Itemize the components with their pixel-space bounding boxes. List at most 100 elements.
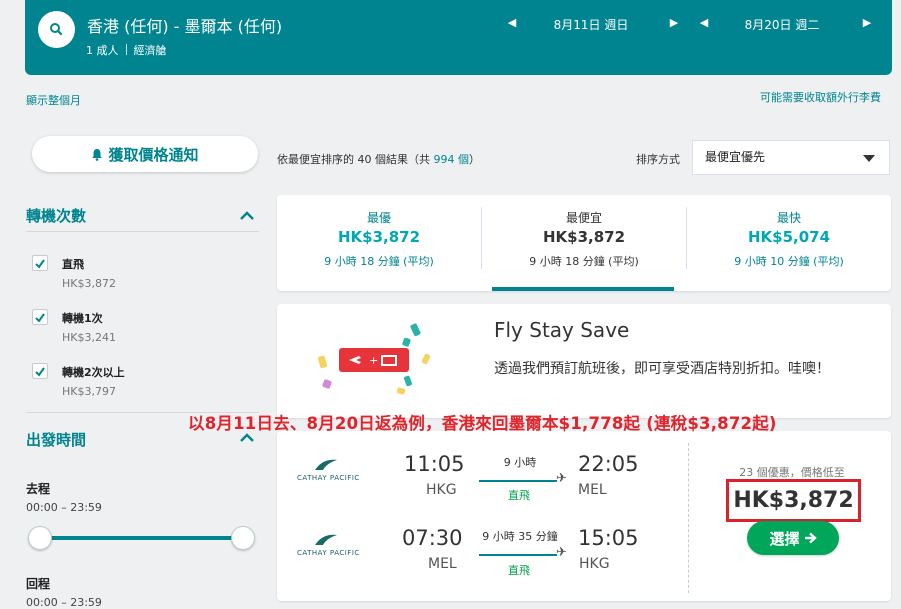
arrow-right-icon: [804, 532, 817, 544]
slider-handle-max[interactable]: [231, 526, 255, 550]
tab-price: HK$3,872: [337, 228, 421, 246]
depart-next-arrow[interactable]: ▶: [669, 16, 679, 29]
arrival-airport: HKG: [579, 556, 610, 572]
select-button[interactable]: 選擇: [747, 521, 839, 555]
check-icon: [35, 367, 45, 377]
outbound-range: 00:00 – 23:59: [26, 501, 102, 514]
airline-name: CATHAY PACIFIC: [297, 474, 360, 482]
active-tab-indicator: [492, 287, 674, 291]
checkbox-direct[interactable]: [32, 255, 48, 271]
stop-label[interactable]: 直飛: [62, 256, 84, 272]
flight-path-line: [479, 554, 557, 556]
sort-value: 最便宜優先: [705, 150, 766, 164]
results-suffix: ）: [469, 153, 480, 166]
depart-prev-arrow[interactable]: ◀: [507, 16, 517, 29]
price-alert-label: 獲取價格通知: [108, 145, 199, 164]
price-highlight: HK$3,872: [726, 479, 861, 522]
airplane-icon: ✈: [556, 545, 567, 560]
tab-duration: 9 小時 10 分鐘 (平均): [734, 255, 844, 268]
departure-airport: HKG: [426, 482, 457, 498]
show-month-link[interactable]: 顯示整個月: [26, 92, 81, 108]
departure-time: 07:30: [402, 526, 463, 550]
select-label: 選擇: [769, 529, 800, 548]
tab-fastest[interactable]: 最快 HK$5,074 9 小時 10 分鐘 (平均): [687, 195, 891, 291]
route-title[interactable]: 香港 (任何) - 墨爾本 (任何): [87, 13, 282, 37]
checkbox-one-stop[interactable]: [32, 309, 48, 325]
slider-handle-min[interactable]: [28, 526, 52, 550]
airline-name: CATHAY PACIFIC: [297, 549, 360, 557]
chevron-up-icon[interactable]: [239, 433, 255, 443]
time-filter-title[interactable]: 出發時間: [26, 429, 86, 450]
tab-cheapest[interactable]: 最便宜 HK$3,872 9 小時 18 分鐘 (平均): [482, 195, 686, 291]
stop-price: HK$3,241: [62, 331, 116, 344]
checkbox-two-plus-stops[interactable]: [32, 363, 48, 379]
flight-duration: 9 小時 35 分鐘: [482, 530, 558, 543]
arrival-time: 15:05: [578, 526, 639, 550]
chevron-up-icon[interactable]: [239, 211, 255, 221]
flight-result-card[interactable]: CATHAY PACIFIC 11:05 HKG 9 小時 ✈ 直飛 22:05…: [277, 431, 891, 601]
return-prev-arrow[interactable]: ◀: [699, 16, 709, 29]
search-header[interactable]: 香港 (任何) - 墨爾本 (任何) 1 成人 經濟艙 ◀ 8月11日 週日 ▶ …: [25, 0, 892, 75]
fly-stay-save-banner[interactable]: + Fly Stay Save 透過我們預訂航班後，即可享受酒店特別折扣。哇噢！: [277, 304, 891, 418]
departure-time: 11:05: [404, 452, 465, 476]
passenger-cabin[interactable]: 1 成人 經濟艙: [86, 42, 167, 58]
tab-title: 最快: [776, 211, 801, 225]
flight-hotel-promo-icon: +: [317, 323, 431, 395]
return-range: 00:00 – 23:59: [26, 596, 102, 609]
outbound-label: 去程: [26, 482, 51, 496]
tab-duration: 9 小時 18 分鐘 (平均): [529, 255, 639, 268]
results-prefix: 依: [277, 153, 288, 166]
stops-label: 直飛: [508, 489, 530, 502]
depart-date[interactable]: 8月11日 週日: [531, 16, 651, 33]
sort-label: 排序方式: [636, 153, 680, 166]
stops-filter-title[interactable]: 轉機次數: [26, 205, 86, 226]
stop-label[interactable]: 轉機1次: [62, 310, 103, 326]
cabin-class: 經濟艙: [133, 44, 167, 57]
outbound-slider-track[interactable]: [40, 536, 243, 540]
airplane-icon: ✈: [556, 471, 567, 486]
tab-price: HK$3,872: [542, 228, 626, 246]
search-icon: [50, 23, 63, 36]
results-sort-name: 最便宜: [288, 153, 321, 166]
price-alert-button[interactable]: 獲取價格通知: [32, 136, 258, 172]
departure-airport: MEL: [428, 556, 457, 572]
tab-price: HK$5,074: [747, 228, 831, 246]
stop-price: HK$3,797: [62, 385, 116, 398]
cathay-pacific-logo-icon: [315, 534, 337, 545]
divider: [26, 231, 259, 232]
promo-caption-overlay: 以8月11日去、8月20日返為例，香港來回墨爾本$1,778起 (連稅$3,87…: [188, 414, 777, 433]
stop-price: HK$3,872: [62, 277, 116, 290]
promo-title: Fly Stay Save: [494, 318, 630, 342]
arrival-airport: MEL: [578, 482, 607, 498]
tab-best[interactable]: 最優 HK$3,872 9 小時 18 分鐘 (平均): [277, 195, 481, 291]
promo-text: 透過我們預訂航班後，即可享受酒店特別折扣。哇噢！: [494, 361, 830, 377]
stops-label: 直飛: [508, 564, 530, 577]
return-label: 回程: [26, 577, 51, 591]
flight-duration: 9 小時: [503, 456, 537, 469]
search-button[interactable]: [38, 11, 75, 48]
sort-summary-tabs: 最優 HK$3,872 9 小時 18 分鐘 (平均) 最便宜 HK$3,872…: [277, 195, 891, 291]
arrival-time: 22:05: [578, 452, 639, 476]
deals-count: 23 個優惠，價格低至: [739, 466, 845, 479]
sort-select[interactable]: 最便宜優先: [692, 140, 890, 175]
check-icon: [35, 259, 45, 269]
cathay-pacific-logo-icon: [315, 459, 337, 470]
flight-path-line: [479, 480, 557, 482]
divider: [688, 443, 689, 593]
results-total: 994 個: [433, 153, 470, 166]
check-icon: [35, 313, 45, 323]
return-next-arrow[interactable]: ▶: [862, 16, 872, 29]
tab-duration: 9 小時 18 分鐘 (平均): [324, 255, 434, 268]
svg-text:+: +: [369, 354, 378, 367]
flight-price: HK$3,872: [733, 488, 854, 513]
tab-title: 最優: [366, 211, 391, 225]
results-count: 依最便宜排序的 40 個結果（共 994 個）: [277, 151, 480, 167]
chevron-down-icon: [863, 155, 875, 162]
bell-icon: [92, 148, 103, 161]
extra-fees-link[interactable]: 可能需要收取額外行李費: [760, 89, 881, 105]
tab-title: 最便宜: [565, 211, 602, 225]
results-middle: 排序的 40 個結果（共: [321, 153, 434, 166]
passenger-count: 1 成人: [86, 44, 119, 57]
stop-label[interactable]: 轉機2次以上: [62, 364, 125, 380]
return-date[interactable]: 8月20日 週二: [722, 16, 842, 33]
